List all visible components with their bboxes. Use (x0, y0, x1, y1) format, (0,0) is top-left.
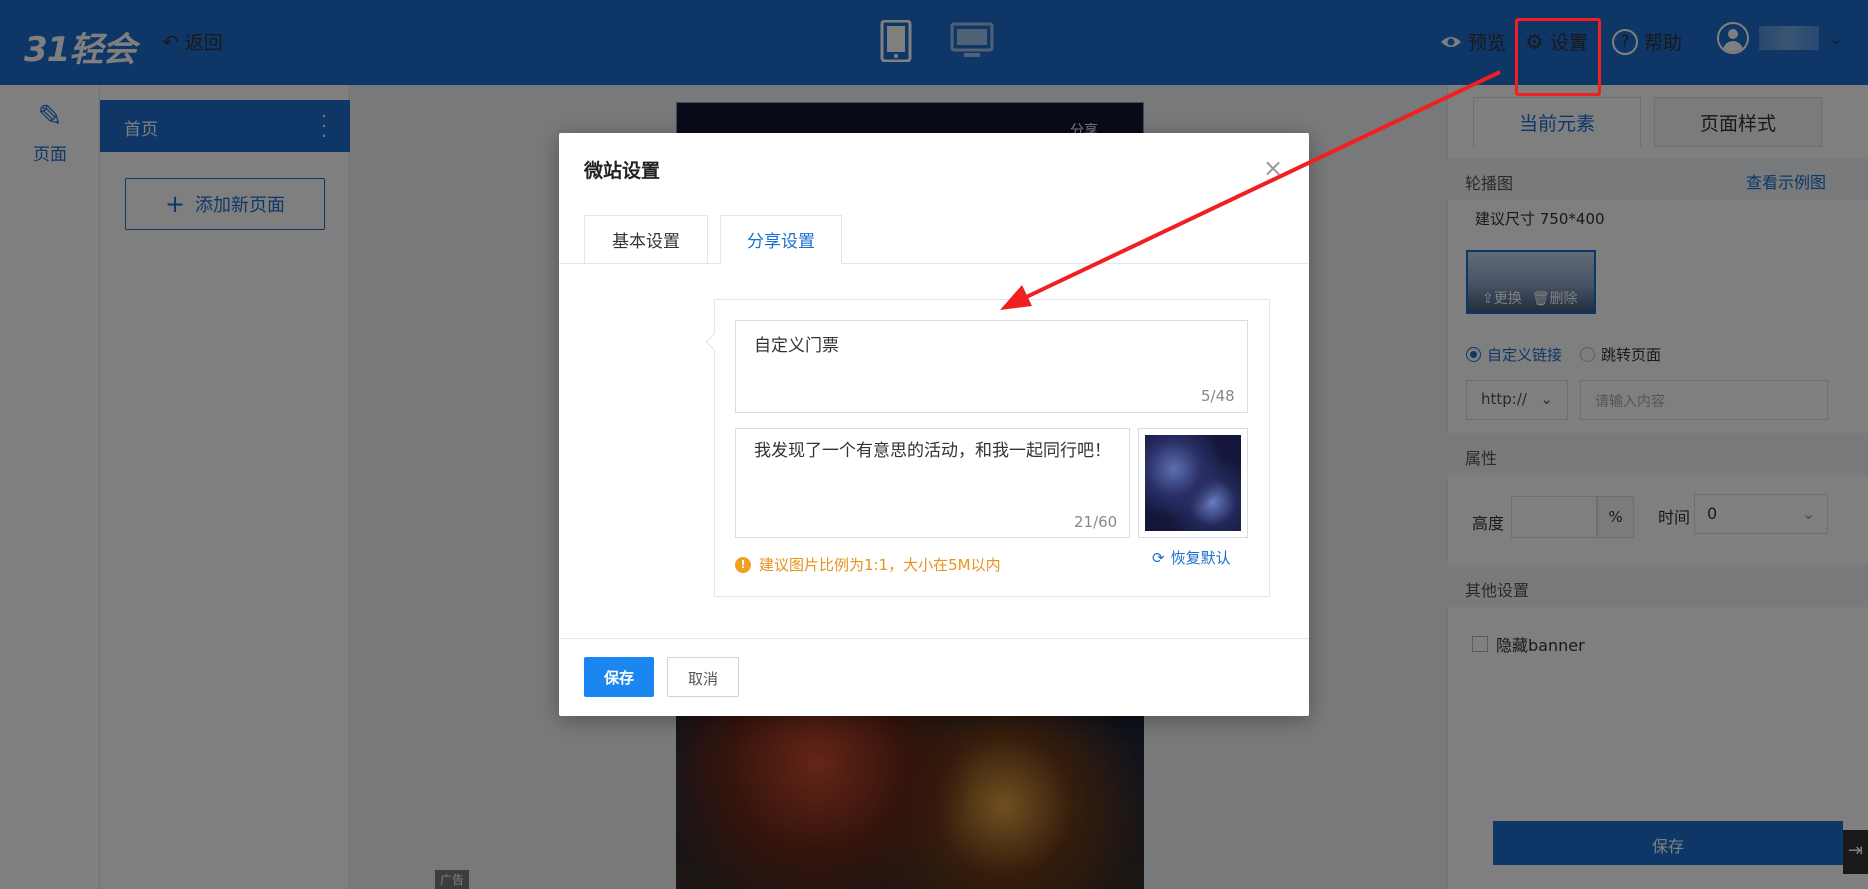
dialog-footer-divider (559, 638, 1309, 639)
close-icon[interactable]: × (1263, 154, 1283, 182)
restore-default-label: 恢复默认 (1170, 549, 1231, 567)
share-title-input[interactable]: 自定义门票 (735, 320, 1248, 413)
cancel-button[interactable]: 取消 (667, 657, 739, 697)
share-title-counter: 5/48 (1201, 387, 1235, 405)
share-description-counter: 21/60 (1074, 513, 1118, 531)
tab-basic-settings[interactable]: 基本设置 (584, 215, 708, 264)
warning-icon: ! (735, 556, 751, 573)
tab-share-settings[interactable]: 分享设置 (720, 215, 842, 264)
settings-highlight-box (1515, 18, 1601, 96)
share-description-input[interactable]: 我发现了一个有意思的活动，和我一起同行吧！ (735, 428, 1130, 538)
share-image-thumbnail (1145, 435, 1241, 531)
dialog-title: 微站设置 (584, 160, 661, 182)
share-image-picker[interactable] (1138, 428, 1248, 538)
refresh-icon: ⟳ (1152, 548, 1165, 567)
image-tip-text: 建议图片比例为1:1，大小在5M以内 (759, 556, 1001, 574)
restore-default-button[interactable]: ⟳ 恢复默认 (1152, 547, 1231, 568)
save-button[interactable]: 保存 (584, 657, 654, 697)
image-tip: ! 建议图片比例为1:1，大小在5M以内 (735, 554, 1001, 575)
